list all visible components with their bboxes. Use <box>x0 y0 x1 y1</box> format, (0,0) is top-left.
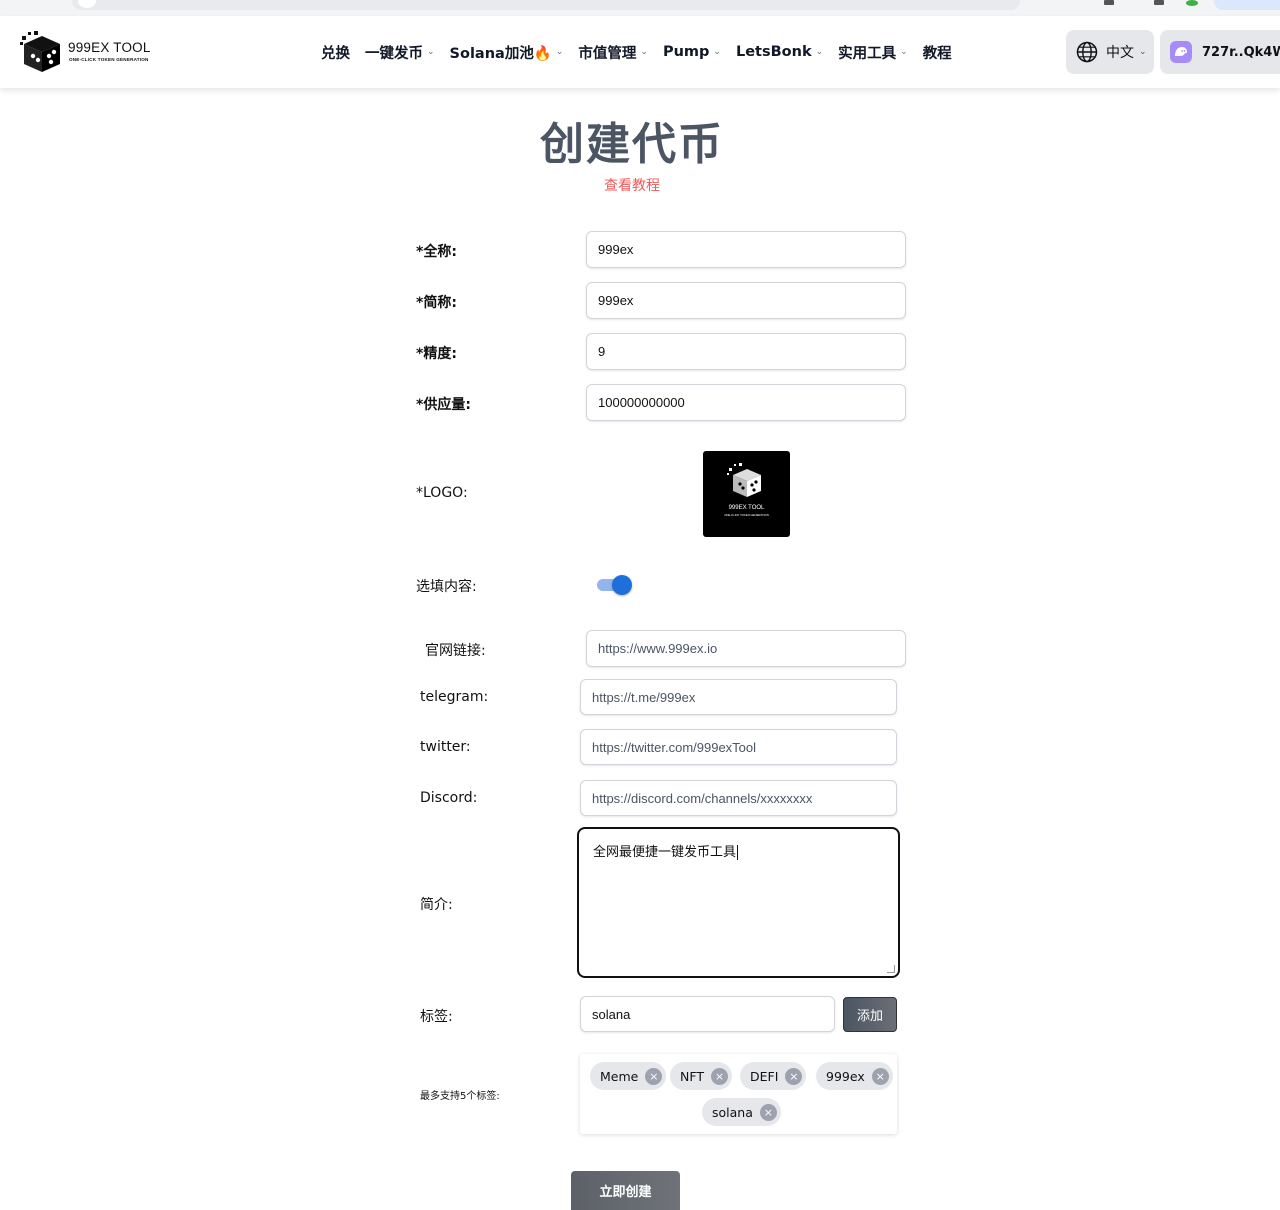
decimals-label: *精度: <box>416 346 457 362</box>
optional-content-toggle[interactable] <box>597 575 633 595</box>
cube-logo-icon <box>20 31 60 72</box>
browser-account-pill[interactable] <box>1214 0 1280 10</box>
address-bar[interactable] <box>72 0 1020 10</box>
remove-tag-icon[interactable]: × <box>785 1067 803 1085</box>
supply-label: *供应量: <box>416 397 471 413</box>
description-text: 全网最便捷一键发币工具 <box>593 845 737 860</box>
tag-chip: Meme × <box>590 1062 667 1090</box>
tag-chip: NFT × <box>670 1062 732 1090</box>
tag-input[interactable]: solana <box>580 996 835 1032</box>
tag-label: 标签: <box>420 1009 453 1025</box>
discord-input[interactable]: https://discord.com/channels/xxxxxxxx <box>580 780 897 816</box>
language-label: 中文 <box>1106 45 1134 61</box>
phantom-wallet-icon <box>1170 41 1192 63</box>
remove-tag-icon[interactable]: × <box>710 1067 728 1085</box>
telegram-input[interactable]: https://t.me/999ex <box>580 679 897 715</box>
optional-content-label: 选填内容: <box>416 579 477 595</box>
view-tutorial-link[interactable]: 查看教程 <box>0 175 1264 195</box>
chevron-down-icon: ⌄ <box>640 47 648 57</box>
brand-tagline: ONE-CLICK TOKEN GENERATION <box>69 57 149 62</box>
globe-icon <box>1076 41 1098 63</box>
wallet-address: 727r..Qk4W <box>1202 44 1280 60</box>
nav-item-tools[interactable]: 实用工具 ⌄ <box>838 42 908 63</box>
decimals-input[interactable]: 9 <box>586 333 906 370</box>
remove-tag-icon[interactable]: × <box>645 1067 663 1085</box>
profile-icon[interactable] <box>1186 0 1198 6</box>
chevron-down-icon: ⌄ <box>815 47 824 57</box>
remove-tag-icon[interactable]: × <box>759 1103 777 1121</box>
chevron-down-icon: ⌄ <box>427 47 435 57</box>
tag-chip: solana × <box>702 1098 781 1126</box>
logo-label: *LOGO: <box>416 485 468 501</box>
nav-item-pump[interactable]: Pump ⌄ <box>663 44 721 60</box>
cube-logo-icon <box>727 463 761 497</box>
nav-item-tutorial[interactable]: 教程 <box>923 42 952 63</box>
create-token-button[interactable]: 立即创建 <box>571 1171 680 1210</box>
nav-item-solana-pool[interactable]: Solana加池🔥 ⌄ <box>450 42 564 63</box>
add-tag-button[interactable]: 添加 <box>843 997 897 1032</box>
nav-item-letsbonk[interactable]: LetsBonk ⌄ <box>736 44 823 60</box>
tag-chip: 999ex × <box>816 1062 893 1090</box>
description-textarea[interactable]: 全网最便捷一键发币工具 <box>577 827 900 978</box>
text-cursor <box>737 845 739 860</box>
extension-icon[interactable] <box>1104 0 1114 5</box>
wallet-button[interactable]: 727r..Qk4W <box>1160 30 1280 74</box>
tag-list: Meme × NFT × DEFI × 999ex × solana × <box>580 1054 897 1134</box>
extension-icon[interactable] <box>1154 0 1164 5</box>
chevron-down-icon: ⌄ <box>713 47 721 57</box>
nav-item-market-cap[interactable]: 市值管理 ⌄ <box>578 42 648 63</box>
page-title: 创建代币 <box>540 119 724 170</box>
resize-handle-icon[interactable] <box>887 965 895 973</box>
discord-label: Discord: <box>420 790 478 806</box>
supply-input[interactable]: 100000000000 <box>586 384 906 421</box>
twitter-label: twitter: <box>420 739 471 755</box>
symbol-label: *简称: <box>416 295 457 311</box>
site-logo[interactable]: 999EX TOOL ONE-CLICK TOKEN GENERATION <box>20 30 160 74</box>
chevron-down-icon: ⌄ <box>1139 47 1147 57</box>
chevron-down-icon: ⌄ <box>555 47 564 57</box>
website-label: 官网链接: <box>425 643 486 659</box>
remove-tag-icon[interactable]: × <box>871 1067 889 1085</box>
full-name-label: *全称: <box>416 244 457 260</box>
logo-image-tagline: ONE-CLICK TOKEN GENERATION <box>724 513 769 517</box>
chevron-down-icon: ⌄ <box>900 47 908 57</box>
website-input[interactable]: https://www.999ex.io <box>586 630 906 667</box>
description-label: 简介: <box>420 897 453 913</box>
tag-chip: DEFI × <box>740 1062 807 1090</box>
main-nav: 兑换 一键发币 ⌄ Solana加池🔥 ⌄ 市值管理 ⌄ Pump ⌄ LetsBonk… <box>321 16 967 88</box>
browser-toolbar <box>0 0 1280 16</box>
logo-upload-preview[interactable]: 999EX TOOL ONE-CLICK TOKEN GENERATION <box>703 451 790 537</box>
tags-limit-label: 最多支持5个标签: <box>420 1091 500 1102</box>
site-header: 999EX TOOL ONE-CLICK TOKEN GENERATION 兑换… <box>0 16 1280 88</box>
logo-image-name: 999EX TOOL <box>728 505 765 511</box>
symbol-input[interactable]: 999ex <box>586 282 906 319</box>
language-selector[interactable]: 中文 ⌄ <box>1066 30 1154 74</box>
brand-name: 999EX TOOL <box>68 40 151 55</box>
nav-item-one-click-token[interactable]: 一键发币 ⌄ <box>365 42 435 63</box>
twitter-input[interactable]: https://twitter.com/999exTool <box>580 729 897 765</box>
full-name-input[interactable]: 999ex <box>586 231 906 268</box>
nav-item-swap[interactable]: 兑换 <box>321 42 350 63</box>
telegram-label: telegram: <box>420 689 489 705</box>
